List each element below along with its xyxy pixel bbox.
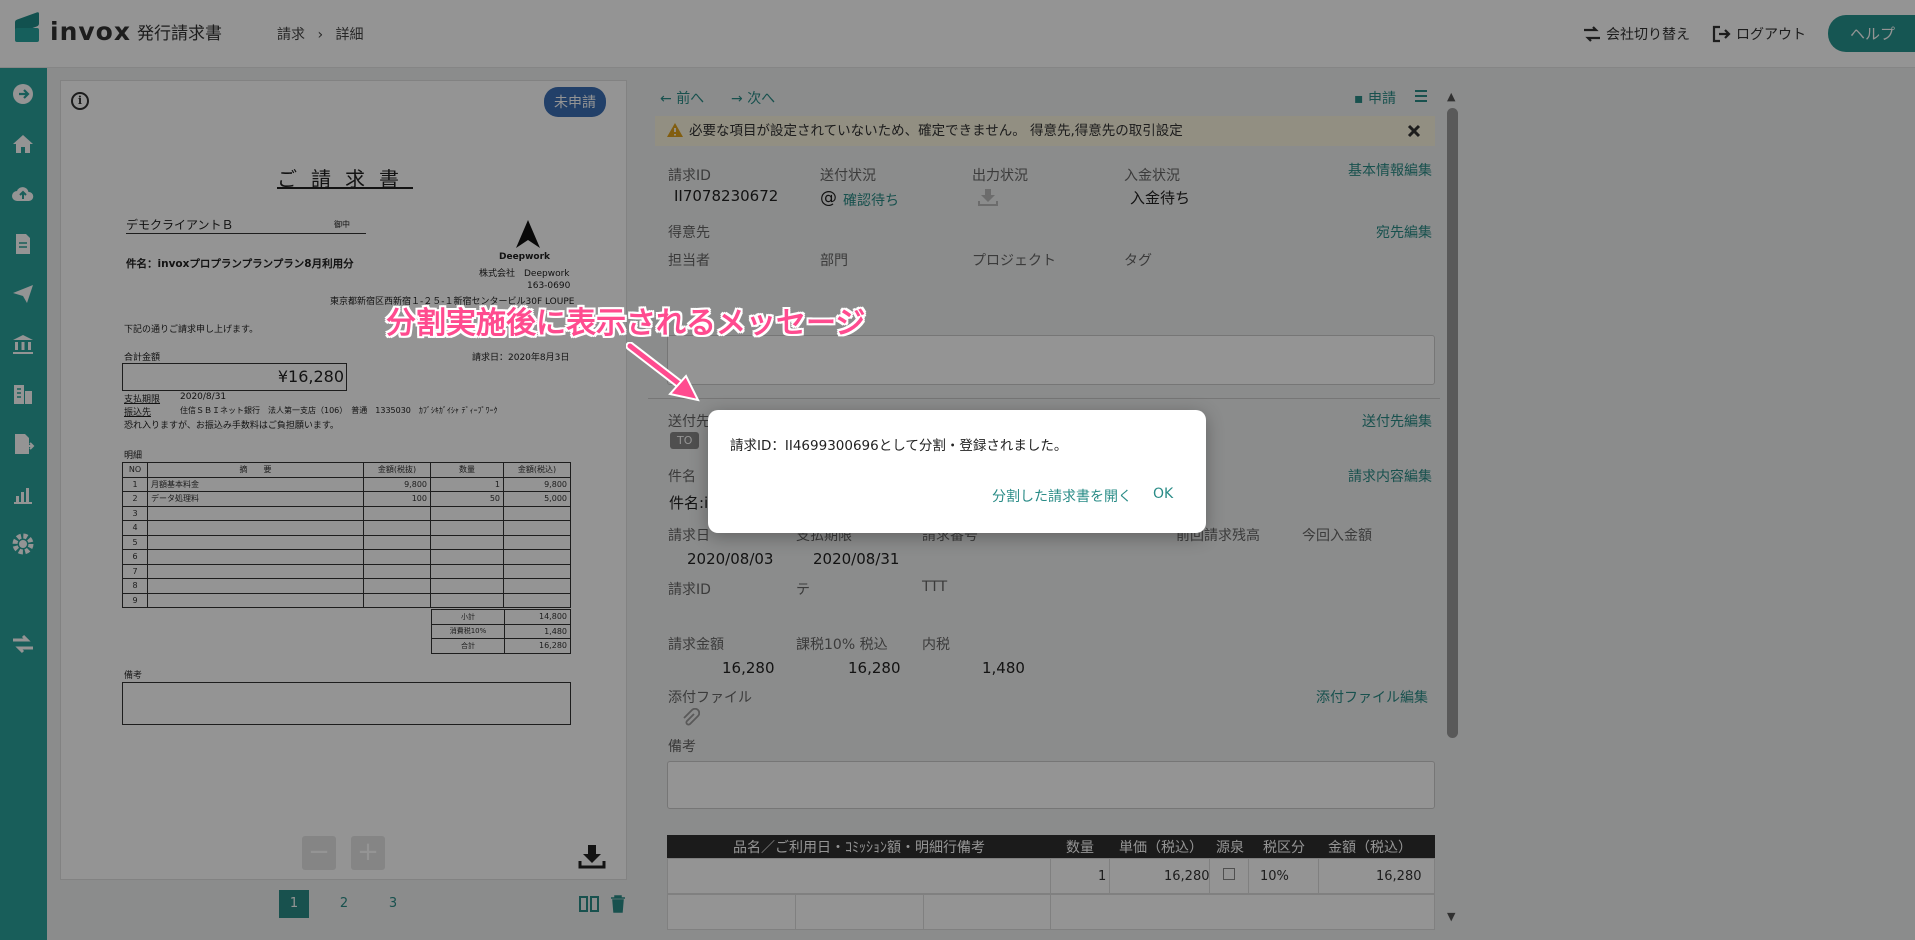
annotation-arrow-icon bbox=[626, 342, 700, 402]
dialog-message: 請求ID：II4699300696として分割・登録されました。 bbox=[730, 438, 1068, 454]
annotation-caption: 分割実施後に表示されるメッセージ bbox=[386, 306, 866, 341]
open-split-invoice-button[interactable]: 分割した請求書を開く bbox=[992, 486, 1132, 506]
split-complete-dialog: 請求ID：II4699300696として分割・登録されました。 分割した請求書を… bbox=[708, 410, 1206, 533]
ok-button[interactable]: OK bbox=[1153, 486, 1173, 502]
